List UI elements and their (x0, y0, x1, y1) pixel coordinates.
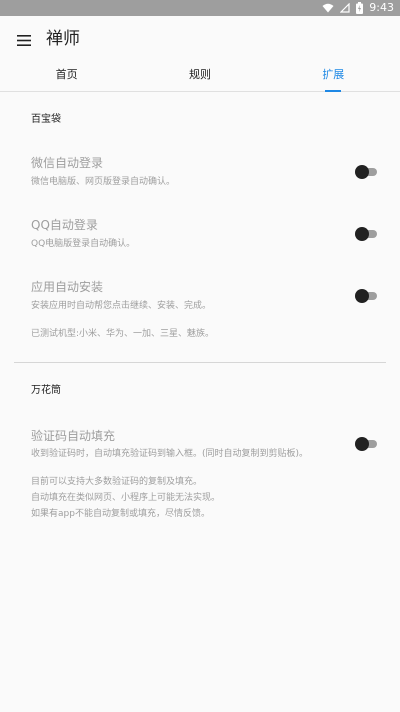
qq-login-switch[interactable] (355, 226, 377, 242)
note-line: 目前可以支持大多数验证码的复制及填充。 (31, 477, 203, 487)
section-divider (14, 362, 386, 363)
pref-summary: 安装应用时自动帮您点击继续、安装、完成。 (31, 301, 212, 311)
switch-thumb (355, 227, 369, 241)
wechat-login-switch[interactable] (355, 164, 377, 180)
signal-icon (340, 3, 350, 13)
tab-extensions[interactable]: 扩展 (267, 64, 400, 92)
pref-summary: QQ电脑版登录自动确认。 (31, 239, 136, 249)
section-title-treasure: 百宝袋 (31, 114, 61, 125)
pref-title: QQ自动登录 (31, 218, 98, 232)
app-bar: 禅师 (0, 16, 400, 64)
section-title-kaleidoscope: 万花筒 (31, 385, 61, 396)
note-line: 如果有app不能自动复制或填充，尽情反馈。 (31, 509, 210, 519)
pref-summary: 微信电脑版、网页版登录自动确认。 (31, 177, 176, 187)
pref-title: 验证码自动填充 (31, 429, 116, 443)
app-title: 禅师 (46, 29, 80, 49)
wifi-icon (322, 3, 334, 13)
menu-icon[interactable] (12, 28, 36, 52)
tab-home[interactable]: 首页 (0, 64, 133, 91)
pref-title: 应用自动安装 (31, 280, 104, 294)
hamburger-icon (17, 34, 31, 46)
auto-install-switch[interactable] (355, 288, 377, 304)
pref-title: 微信自动登录 (31, 156, 104, 170)
battery-icon (356, 2, 364, 14)
tab-indicator (325, 90, 342, 92)
code-fill-switch[interactable] (355, 436, 377, 452)
switch-thumb (355, 289, 369, 303)
status-icons: 9:43 (322, 0, 394, 16)
tested-models-note: 已测试机型:小米、华为、一加、三星、魅族。 (31, 329, 215, 339)
tab-bar: 首页 规则 扩展 (0, 64, 400, 92)
tab-extensions-label: 扩展 (322, 68, 345, 81)
status-time: 9:43 (369, 1, 394, 14)
note-line: 自动填充在类似网页、小程序上可能无法实现。 (31, 493, 221, 503)
tab-rules[interactable]: 规则 (133, 64, 266, 91)
switch-thumb (355, 437, 369, 451)
status-bar: 9:43 (0, 0, 400, 16)
switch-thumb (355, 165, 369, 179)
pref-summary: 收到验证码时，自动填充验证码到输入框。(同时自动复制到剪贴板)。 (31, 449, 309, 459)
